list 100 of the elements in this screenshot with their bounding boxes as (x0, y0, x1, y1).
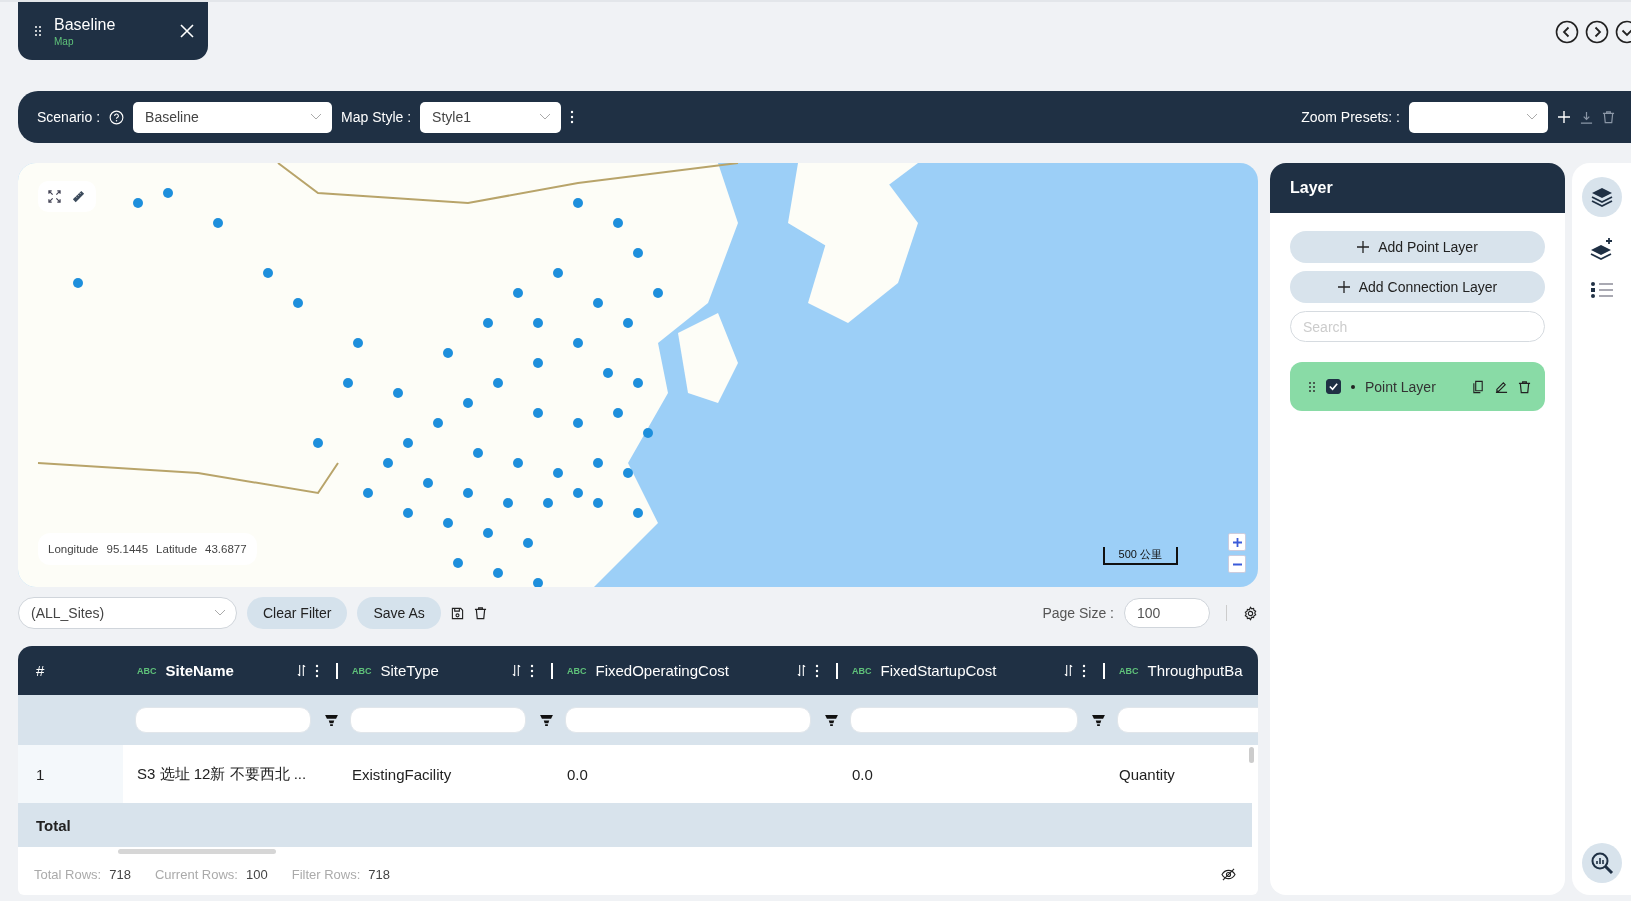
column-filter-field[interactable] (1117, 707, 1258, 733)
copy-icon[interactable] (1472, 379, 1485, 394)
type-tag: ABC (352, 665, 372, 676)
drag-handle-icon[interactable] (1308, 380, 1316, 393)
zoom-out-button[interactable] (1228, 555, 1246, 573)
stat-label: Current Rows: (154, 867, 238, 882)
toolbar-button[interactable]: Save As (357, 597, 441, 629)
fullscreen-icon[interactable] (48, 190, 61, 203)
check-icon (1328, 381, 1339, 392)
layer-item[interactable]: Point Layer (1290, 362, 1545, 411)
chevron-right-icon[interactable] (1585, 20, 1609, 44)
filter-icon[interactable] (325, 714, 338, 726)
type-tag: ABC (137, 665, 157, 676)
column-header[interactable]: ThroughputBa (1147, 662, 1243, 679)
more-icon[interactable] (570, 110, 575, 124)
row-number: 1 (36, 765, 45, 783)
column-filter-field[interactable] (350, 707, 526, 733)
drag-handle-icon[interactable] (34, 25, 42, 37)
type-tag: ABC (567, 665, 587, 676)
column-filter-field[interactable] (850, 707, 1078, 733)
map-view[interactable]: Longitude 95.1445 Latitude 43.6877 500 公里 (18, 163, 1258, 587)
scenario-label: Scenario : (37, 109, 101, 125)
stat-value: 718 (109, 867, 131, 882)
column-filter-field[interactable] (565, 707, 811, 733)
layers-icon (1589, 186, 1614, 208)
column-header[interactable]: # (36, 662, 45, 679)
column-header[interactable]: FixedStartupCost (880, 662, 997, 679)
scrollbar-thumb[interactable] (118, 849, 276, 854)
help-icon[interactable] (109, 109, 125, 125)
download-icon[interactable] (1580, 110, 1593, 124)
filter-icon[interactable] (540, 714, 553, 726)
column-header[interactable]: SiteName (165, 662, 234, 679)
trash-icon[interactable] (1518, 379, 1531, 394)
chart-search-icon (1589, 851, 1614, 875)
trash-icon[interactable] (473, 606, 487, 620)
scrollbar-thumb[interactable] (1249, 747, 1254, 763)
page-size-field[interactable]: 100 (1124, 598, 1210, 628)
table-cell: S3 选址 12新 不要西北 ... (137, 764, 307, 784)
settings-icon[interactable] (1243, 605, 1258, 621)
toolbar-button[interactable]: Clear Filter (247, 597, 348, 629)
latitude-label: Latitude (156, 543, 198, 555)
chevron-down-icon (1526, 113, 1538, 121)
layer-name: Point Layer (1365, 378, 1436, 395)
add-layer-icon[interactable] (1589, 237, 1614, 261)
sort-icon[interactable] (1064, 664, 1073, 677)
plus-icon[interactable] (1557, 110, 1571, 124)
layer-checkbox[interactable] (1326, 379, 1341, 394)
table-cell: 0.0 (567, 765, 588, 783)
save-icon[interactable] (450, 606, 464, 620)
stat-value: 718 (368, 867, 390, 882)
page-size-label: Page Size : (1042, 605, 1114, 621)
map-style-label: Map Style : (341, 109, 412, 125)
total-label: Total (36, 816, 71, 834)
column-header[interactable]: FixedOperatingCost (595, 662, 729, 679)
bullet-icon (1351, 384, 1355, 389)
analytics-button[interactable] (1581, 843, 1622, 883)
longitude-value: 95.1445 (106, 543, 149, 555)
stat-label: Total Rows: (34, 867, 102, 882)
stat-label: Filter Rows: (291, 867, 361, 882)
scenario-select[interactable]: Baseline (133, 101, 333, 133)
map-style-select[interactable]: Style1 (420, 101, 562, 133)
map-tab[interactable]: Baseline Map (18, 2, 208, 60)
column-header[interactable]: SiteType (380, 662, 439, 679)
ruler-icon[interactable] (71, 189, 86, 204)
tab-subtitle: Map (54, 35, 75, 47)
type-tag: ABC (1119, 665, 1139, 676)
chevron-down-icon (539, 113, 552, 121)
zoom-presets-select[interactable] (1409, 101, 1548, 133)
more-icon[interactable] (315, 663, 319, 678)
chevron-left-icon[interactable] (1555, 20, 1579, 44)
zoom-presets-label: Zoom Presets: : (1301, 109, 1400, 125)
sort-icon[interactable] (797, 664, 806, 677)
more-icon[interactable] (815, 663, 819, 678)
sort-icon[interactable] (512, 664, 521, 677)
stat-value: 100 (246, 867, 268, 882)
layers-button[interactable] (1581, 177, 1622, 217)
table-cell: 0.0 (852, 765, 873, 783)
edit-icon[interactable] (1495, 380, 1508, 393)
add-layer-button[interactable]: Add Point Layer (1290, 231, 1545, 263)
column-filter-field[interactable] (135, 707, 311, 733)
close-icon[interactable] (180, 24, 194, 38)
plus-icon (1357, 241, 1370, 253)
tab-title: Baseline (54, 15, 117, 34)
more-icon[interactable] (1082, 663, 1086, 678)
more-icon[interactable] (530, 663, 534, 678)
scale-bar: 500 公里 (1102, 547, 1178, 565)
eye-off-icon[interactable] (1221, 868, 1236, 881)
filter-icon[interactable] (825, 714, 838, 726)
longitude-label: Longitude (48, 543, 99, 555)
chevron-down-icon (310, 113, 323, 121)
table-cell: Quantity (1119, 765, 1175, 783)
legend-icon[interactable] (1589, 281, 1614, 299)
filter-icon[interactable] (1092, 714, 1105, 726)
plus-icon (1232, 537, 1242, 547)
add-layer-button[interactable]: Add Connection Layer (1290, 271, 1545, 303)
sort-icon[interactable] (297, 664, 306, 677)
view-select[interactable]: (ALL_Sites) (18, 597, 237, 629)
chevron-down-icon (214, 609, 226, 617)
latitude-value: 43.6877 (205, 543, 247, 555)
zoom-in-button[interactable] (1228, 533, 1246, 551)
